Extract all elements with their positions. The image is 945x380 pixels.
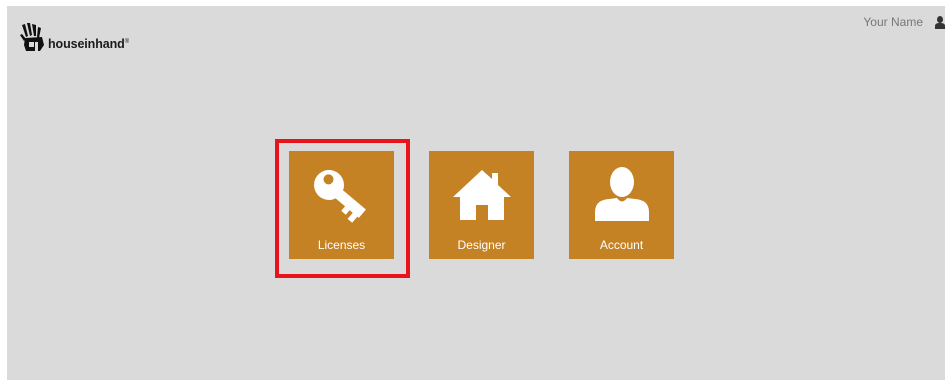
- user-name[interactable]: Your Name: [863, 15, 923, 29]
- user-icon[interactable]: [935, 15, 945, 29]
- brand-name: houseinhand®: [48, 37, 130, 51]
- house-icon: [452, 170, 511, 220]
- app-canvas: houseinhand® Your Name Licenses Designer…: [7, 6, 945, 380]
- licenses-label: Licenses: [317, 238, 366, 252]
- account-label: Account: [599, 238, 644, 252]
- key-icon: [313, 170, 366, 223]
- account-tile[interactable]: Account: [569, 151, 674, 259]
- brand-logo[interactable]: houseinhand®: [20, 11, 129, 53]
- designer-label: Designer: [457, 238, 506, 252]
- user-menu[interactable]: Your Name: [863, 15, 945, 29]
- designer-tile[interactable]: Designer: [429, 151, 534, 259]
- user-silhouette-icon: [594, 167, 649, 221]
- hand-house-logo-icon: [20, 23, 44, 51]
- licenses-tile[interactable]: Licenses: [289, 151, 394, 259]
